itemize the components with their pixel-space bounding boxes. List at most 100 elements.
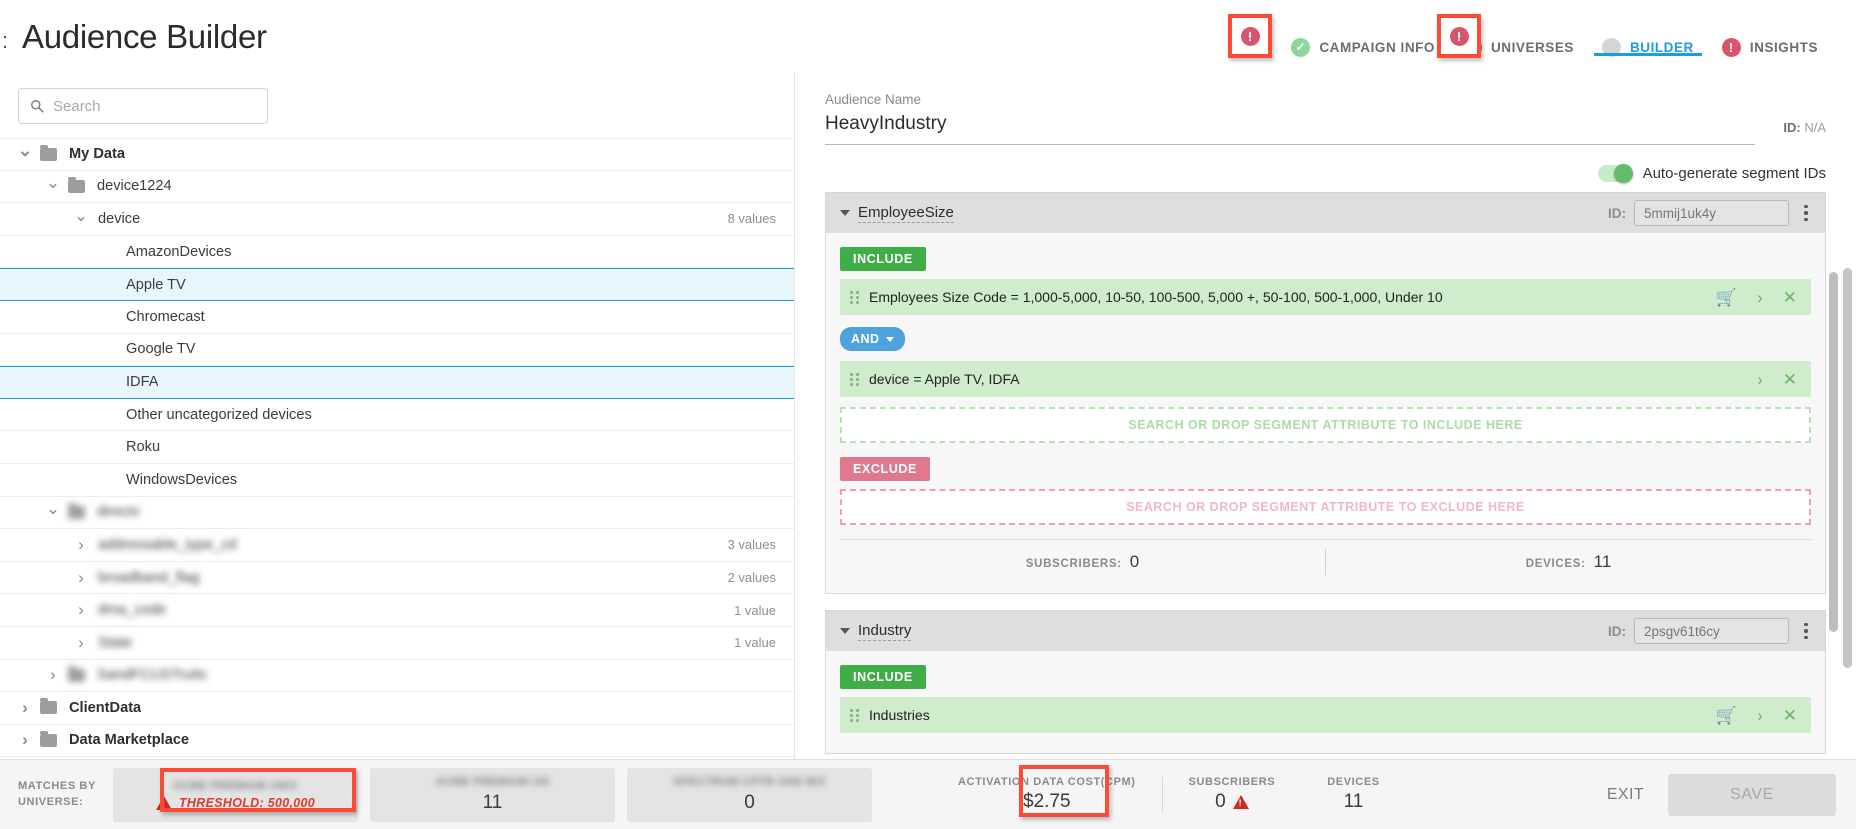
save-button[interactable]: SAVE xyxy=(1668,773,1836,816)
drag-handle-icon[interactable] xyxy=(850,290,859,304)
logic-operator-and[interactable]: AND xyxy=(840,327,905,351)
segment-card-scrollbar[interactable] xyxy=(1829,272,1838,632)
chevron-down-icon[interactable]: ⌄ xyxy=(46,499,60,518)
main-panel-scrollbar[interactable] xyxy=(1843,268,1852,668)
header-prefix-glyph: : xyxy=(2,28,9,53)
remove-attribute-icon[interactable]: ✕ xyxy=(1783,371,1797,388)
include-dropzone[interactable]: SEARCH OR DROP SEGMENT ATTRIBUTE TO INCL… xyxy=(840,407,1811,443)
autogen-segment-ids-toggle[interactable] xyxy=(1597,164,1633,183)
tree-item[interactable]: › ClientData xyxy=(0,692,794,725)
matches-by-universe-label: MATCHES BY UNIVERSE: xyxy=(18,779,96,808)
exit-button[interactable]: EXIT xyxy=(1583,786,1668,804)
chevron-down-icon[interactable]: ⌄ xyxy=(18,141,32,160)
segment-title[interactable]: EmployeeSize xyxy=(858,204,954,223)
tree-item[interactable]: ⌄ device 8 values xyxy=(0,203,794,236)
tree-item[interactable]: › broadband_flag 2 values xyxy=(0,562,794,595)
collapse-caret-icon[interactable] xyxy=(840,210,850,216)
data-tree-sidebar: ⌄ My Data ⌄ device1224 ⌄ device 8 values Amazon… xyxy=(0,72,795,759)
error-circle-icon: ! xyxy=(1240,26,1260,46)
chevron-right-icon[interactable]: › xyxy=(74,600,88,619)
chevron-down-icon[interactable]: ⌄ xyxy=(74,206,88,225)
segment-menu-kebab-icon[interactable] xyxy=(1797,619,1815,644)
segment-attribute-row[interactable]: Employees Size Code = 1,000-5,000, 10-50… xyxy=(840,279,1811,315)
include-tag: INCLUDE xyxy=(840,665,926,689)
remove-attribute-icon[interactable]: ✕ xyxy=(1783,289,1797,306)
segment-attribute-row[interactable]: Industries 🛒 › ✕ xyxy=(840,697,1811,733)
chevron-right-icon[interactable]: › xyxy=(1757,707,1763,724)
segment-devices-value: 11 xyxy=(1593,551,1612,571)
tree-item[interactable]: AmazonDevices xyxy=(0,236,794,269)
chevron-right-icon[interactable]: › xyxy=(18,698,32,717)
chevron-right-icon[interactable]: › xyxy=(1757,289,1763,306)
tab-builder-label: BUILDER xyxy=(1629,39,1694,55)
app-body: ⌄ My Data ⌄ device1224 ⌄ device 8 values Amazon… xyxy=(0,72,1856,759)
drag-handle-icon[interactable] xyxy=(850,372,859,386)
chevron-right-icon[interactable]: › xyxy=(1757,371,1763,388)
tree-item[interactable]: Roku xyxy=(0,431,794,464)
tree-item-value-count: 3 values xyxy=(727,537,776,553)
cart-icon[interactable]: 🛒 xyxy=(1716,289,1737,306)
footer-subscribers-number: 0 xyxy=(1215,791,1226,812)
tree-item-label: device xyxy=(98,210,141,227)
tree-item[interactable]: Google TV xyxy=(0,334,794,367)
search-input[interactable] xyxy=(53,97,256,115)
segments-scroll-area[interactable]: EmployeeSize ID: INCLUDE Employees Size … xyxy=(795,192,1856,759)
chevron-right-icon[interactable]: › xyxy=(74,535,88,554)
segment-card-body: INCLUDE Employees Size Code = 1,000-5,00… xyxy=(826,233,1825,593)
tree-item-label: Roku xyxy=(126,439,161,456)
tree-item-label: ClientData xyxy=(69,699,142,716)
segment-attribute-row[interactable]: device = Apple TV, IDFA › ✕ xyxy=(840,361,1811,397)
segment-card-header: EmployeeSize ID: xyxy=(826,193,1825,233)
tree-item[interactable]: ⌄ directv xyxy=(0,497,794,530)
tab-insights[interactable]: ! INSIGHTS xyxy=(1708,0,1832,72)
cart-icon[interactable]: 🛒 xyxy=(1716,707,1737,724)
tab-builder[interactable]: BUILDER xyxy=(1588,0,1708,72)
tree-item-label: AmazonDevices xyxy=(126,243,232,260)
segment-id-input[interactable] xyxy=(1634,200,1789,226)
tree-item[interactable]: ⌄ My Data xyxy=(0,138,794,171)
tree-item-label: broadband_flag xyxy=(98,569,200,586)
tree-item[interactable]: ⌄ device1224 xyxy=(0,171,794,204)
universe-card-3[interactable]: SPECTRUM CPTR AND BIZ 0 xyxy=(627,767,872,822)
universe-name: SPECTRUM CPTR AND BIZ xyxy=(673,775,826,788)
tree-item[interactable]: › State 1 value xyxy=(0,627,794,660)
chevron-right-icon[interactable]: › xyxy=(46,665,60,684)
universe-card-2[interactable]: ACME PREMIUM UN 11 xyxy=(370,767,615,822)
tab-campaign-info[interactable]: ✓ CAMPAIGN INFO xyxy=(1277,0,1449,72)
folder-icon xyxy=(68,176,85,193)
chevron-right-icon[interactable]: › xyxy=(74,568,88,587)
footer-subscribers-label: SUBSCRIBERS xyxy=(1188,776,1276,788)
annotation-box-universes-error: ! xyxy=(1228,14,1272,58)
tree-item[interactable]: Apple TV xyxy=(0,268,794,301)
drag-handle-icon[interactable] xyxy=(850,708,859,722)
attribute-actions: 🛒 › ✕ xyxy=(1716,707,1797,724)
search-box[interactable] xyxy=(18,88,268,124)
exclude-dropzone[interactable]: SEARCH OR DROP SEGMENT ATTRIBUTE TO EXCL… xyxy=(840,489,1811,525)
audience-name-input[interactable] xyxy=(825,113,1755,145)
segment-title[interactable]: Industry xyxy=(858,622,912,641)
chevron-right-icon[interactable]: › xyxy=(18,730,32,749)
tree-item[interactable]: › dma_code 1 value xyxy=(0,594,794,627)
tree-item[interactable]: › Data Marketplace xyxy=(0,725,794,758)
chevron-down-icon[interactable]: ⌄ xyxy=(46,173,60,192)
audience-id: ID: N/A xyxy=(1783,120,1826,145)
tree-item[interactable]: › SandFCUSTruits xyxy=(0,660,794,693)
collapse-caret-icon[interactable] xyxy=(840,628,850,634)
tree-item-value-count: 8 values xyxy=(727,211,776,227)
folder-icon xyxy=(40,730,57,747)
remove-attribute-icon[interactable]: ✕ xyxy=(1783,707,1797,724)
tab-insights-label: INSIGHTS xyxy=(1749,39,1818,55)
segment-menu-kebab-icon[interactable] xyxy=(1797,201,1815,226)
tree-item[interactable]: › addressable_type_cd 3 values xyxy=(0,529,794,562)
segment-id-input[interactable] xyxy=(1634,618,1789,644)
tree-item-label: SandFCUSTruits xyxy=(97,667,207,684)
tree-item[interactable]: Chromecast xyxy=(0,301,794,334)
tree-item[interactable]: Other uncategorized devices xyxy=(0,399,794,432)
tree-item[interactable]: WindowsDevices xyxy=(0,464,794,497)
tree-item[interactable]: IDFA xyxy=(0,366,794,399)
folder-icon xyxy=(40,144,57,161)
chevron-right-icon[interactable]: › xyxy=(74,633,88,652)
